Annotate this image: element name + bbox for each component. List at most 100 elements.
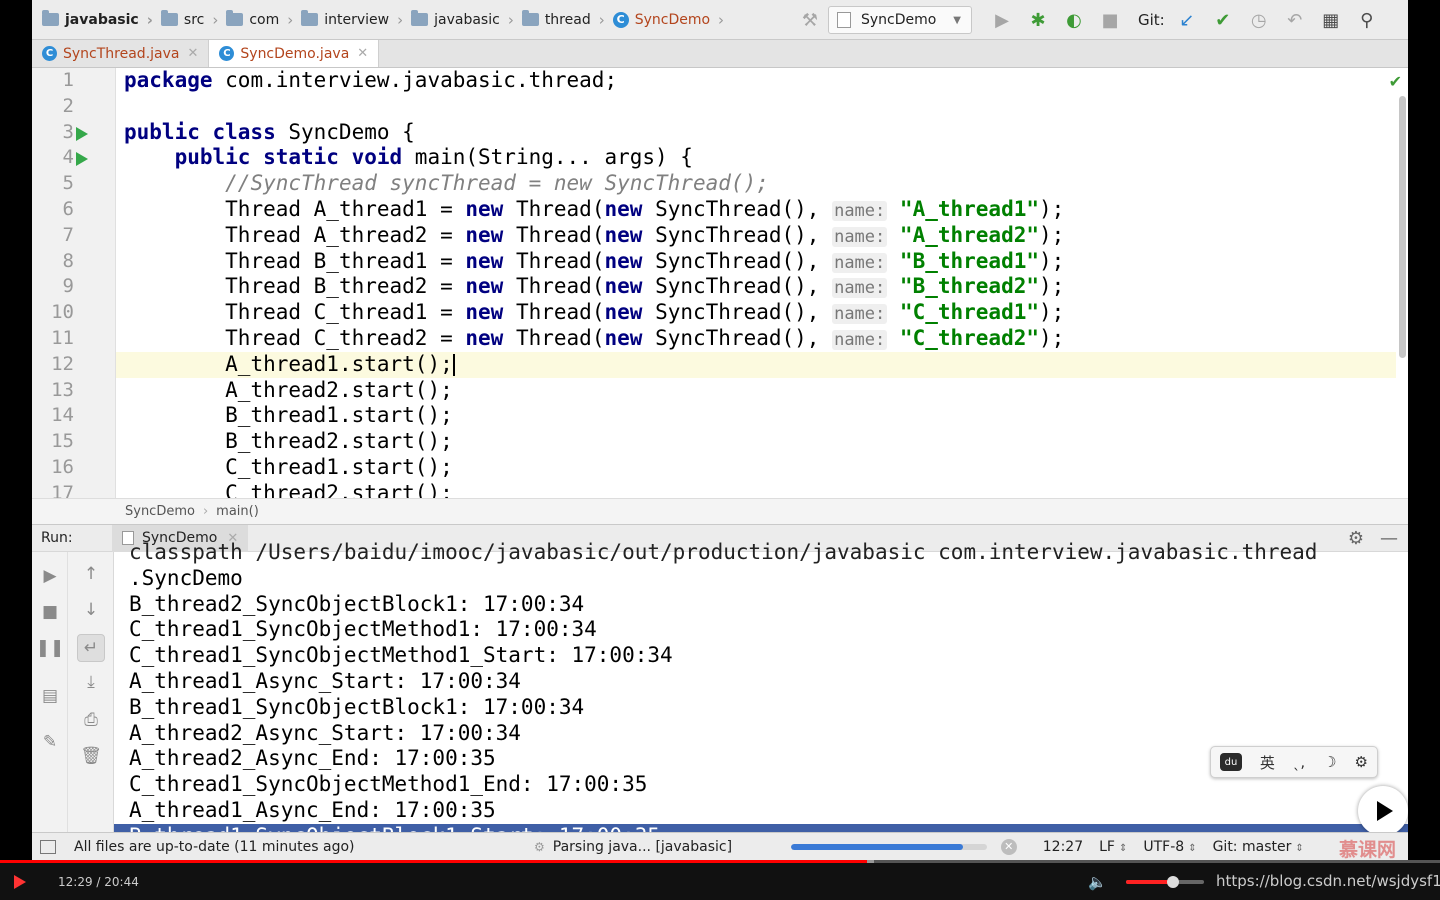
breadcrumb-interview[interactable]: interview › xyxy=(301,10,411,29)
navigation-bar: javabasic › src › com › interview › java… xyxy=(32,0,1408,40)
text-caret xyxy=(452,353,455,376)
code-text: C_thread2.start(); xyxy=(225,480,453,498)
tool-windows-toggle-icon[interactable] xyxy=(40,839,56,854)
breadcrumb-javabasic-package[interactable]: javabasic › xyxy=(411,10,522,29)
line-number: 16 xyxy=(51,456,74,478)
volume-icon[interactable]: 🔈 xyxy=(1088,873,1107,891)
keyword: new xyxy=(465,325,504,350)
breadcrumb-syncdemo[interactable]: C SyncDemo › xyxy=(612,11,732,29)
editor-breadcrumb-method[interactable]: main() xyxy=(216,504,259,519)
code-text: B_thread1 = xyxy=(301,248,466,273)
debug-bug-icon[interactable]: ✱ xyxy=(1020,2,1056,38)
breadcrumb-javabasic-project[interactable]: javabasic › xyxy=(42,10,161,29)
string-literal: "A_thread2" xyxy=(899,222,1039,247)
ime-gear-icon[interactable]: ⚙ xyxy=(1355,753,1368,771)
code-text: Thread xyxy=(225,222,302,247)
keyword: new xyxy=(465,274,504,299)
search-icon[interactable]: ⚲ xyxy=(1349,2,1385,38)
encoding-select[interactable]: UTF-8 ⇕ xyxy=(1143,839,1196,855)
editor-scrollbar[interactable] xyxy=(1399,96,1406,358)
scroll-to-end-icon[interactable]: ⤓ xyxy=(77,668,105,696)
run-play-icon[interactable]: ▶ xyxy=(984,2,1020,38)
close-icon[interactable]: ✕ xyxy=(187,46,198,61)
stop-icon[interactable]: ■ xyxy=(1092,2,1128,38)
code-line: Thread C_thread2 = new Thread(new SyncTh… xyxy=(124,326,1394,352)
console-line: C_thread1_SyncObjectMethod1_Start: 17:00… xyxy=(129,643,673,668)
line-number: 5 xyxy=(62,172,74,195)
breadcrumb-label: interview xyxy=(324,11,390,28)
ime-language-toggle[interactable]: 英 xyxy=(1260,752,1275,773)
code-text: Thread( xyxy=(503,300,605,325)
ime-punctuation-toggle[interactable]: ˎ, xyxy=(1293,753,1305,771)
status-bar: All files are up-to-date (11 minutes ago… xyxy=(32,832,1408,860)
run-configuration-select[interactable]: SyncDemo ▼ xyxy=(828,6,972,34)
close-icon[interactable]: ✕ xyxy=(357,46,368,61)
code-area[interactable]: package com.interview.javabasic.thread; … xyxy=(124,68,1394,498)
caret-position[interactable]: 12:27 xyxy=(1043,839,1083,855)
code-text: main(String... args) { xyxy=(402,145,693,170)
java-class-icon: C xyxy=(42,46,57,61)
git-history-clock-icon[interactable]: ◷ xyxy=(1241,2,1277,38)
run-gutter-arrow-icon[interactable] xyxy=(76,126,88,141)
git-branch-select[interactable]: Git: master ⇕ xyxy=(1213,839,1304,855)
code-text: B_thread2 = xyxy=(301,274,466,299)
code-line: Thread B_thread1 = new Thread(new SyncTh… xyxy=(124,249,1394,275)
restore-layout-icon[interactable]: ▤ xyxy=(36,682,64,710)
code-text: SyncThread(), xyxy=(642,274,833,299)
code-editor[interactable]: 1 2 3 4 5 6 7 8 9 10 11 12 13 14 15 16 1… xyxy=(32,68,1408,498)
tab-syncthread-java[interactable]: C SyncThread.java ✕ xyxy=(32,40,210,67)
git-commit-check-icon[interactable]: ✔ xyxy=(1205,2,1241,38)
video-play-overlay-button[interactable] xyxy=(1358,786,1408,836)
rerun-play-icon[interactable]: ▶ xyxy=(36,562,64,590)
parameter-hint: name: xyxy=(832,278,888,299)
trash-icon[interactable]: 🗑 xyxy=(77,742,105,770)
soft-wrap-icon[interactable]: ↵ xyxy=(77,634,105,662)
line-separator-select[interactable]: LF ⇕ xyxy=(1099,839,1127,855)
ime-moon-icon[interactable]: ☽ xyxy=(1323,753,1336,771)
git-update-icon[interactable]: ↙ xyxy=(1169,2,1205,38)
chevron-right-icon: › xyxy=(287,10,294,29)
arrow-down-icon[interactable]: ↓ xyxy=(77,596,105,624)
run-gutter-arrow-icon[interactable] xyxy=(76,152,88,167)
git-branch-label: Git: master xyxy=(1212,838,1292,855)
volume-slider[interactable] xyxy=(1126,876,1204,888)
code-text: com.interview.javabasic.thread; xyxy=(212,68,618,92)
run-with-coverage-icon[interactable]: ◐ xyxy=(1056,2,1092,38)
print-icon[interactable]: ⎙ xyxy=(77,706,105,734)
pause-icon[interactable]: ❚❚ xyxy=(36,634,65,662)
build-hammer-icon[interactable]: ⚒ xyxy=(792,2,828,38)
breadcrumb-com[interactable]: com › xyxy=(226,10,301,29)
cancel-task-icon[interactable]: ✕ xyxy=(1000,838,1017,855)
line-number: 1 xyxy=(62,69,74,91)
inspection-ok-check-icon[interactable]: ✔ xyxy=(1389,72,1402,91)
pin-icon[interactable]: ✎ xyxy=(36,728,64,756)
progress-fill xyxy=(790,843,964,850)
imooc-watermark-logo: 慕课网 xyxy=(1338,839,1396,860)
code-text: Thread xyxy=(225,325,302,350)
editor-breadcrumb-class[interactable]: SyncDemo xyxy=(125,504,195,519)
breadcrumb-thread[interactable]: thread › xyxy=(521,10,613,29)
string-literal: "B_thread2" xyxy=(899,274,1039,299)
volume-knob[interactable] xyxy=(1166,876,1179,888)
right-black-border xyxy=(1408,0,1440,860)
project-structure-icon[interactable]: ▦ xyxy=(1313,2,1349,38)
code-text: Thread xyxy=(225,248,302,273)
code-line: C_thread1.start(); xyxy=(124,455,1394,481)
keyword: new xyxy=(465,222,504,247)
ide-window: javabasic › src › com › interview › java… xyxy=(32,0,1408,860)
keyword: new xyxy=(604,325,643,350)
code-text: Thread( xyxy=(503,222,605,247)
arrow-up-icon[interactable]: ↑ xyxy=(77,560,105,588)
git-revert-icon[interactable]: ↶ xyxy=(1277,2,1313,38)
code-text: Thread( xyxy=(503,196,605,221)
video-play-icon[interactable] xyxy=(14,874,26,889)
tab-syncdemo-java[interactable]: C SyncDemo.java ✕ xyxy=(209,40,380,67)
ime-logo-icon[interactable]: du xyxy=(1219,753,1242,771)
code-text: Thread xyxy=(225,274,302,299)
console-output[interactable]: classpath /Users/baidu/imooc/javabasic/o… xyxy=(114,540,1408,832)
stop-icon[interactable]: ■ xyxy=(36,598,64,626)
code-text: Thread( xyxy=(503,325,605,350)
breadcrumb-src[interactable]: src › xyxy=(160,10,226,29)
comment: //SyncThread syncThread = new SyncThread… xyxy=(225,171,769,196)
console-line: .SyncDemo xyxy=(129,565,243,590)
